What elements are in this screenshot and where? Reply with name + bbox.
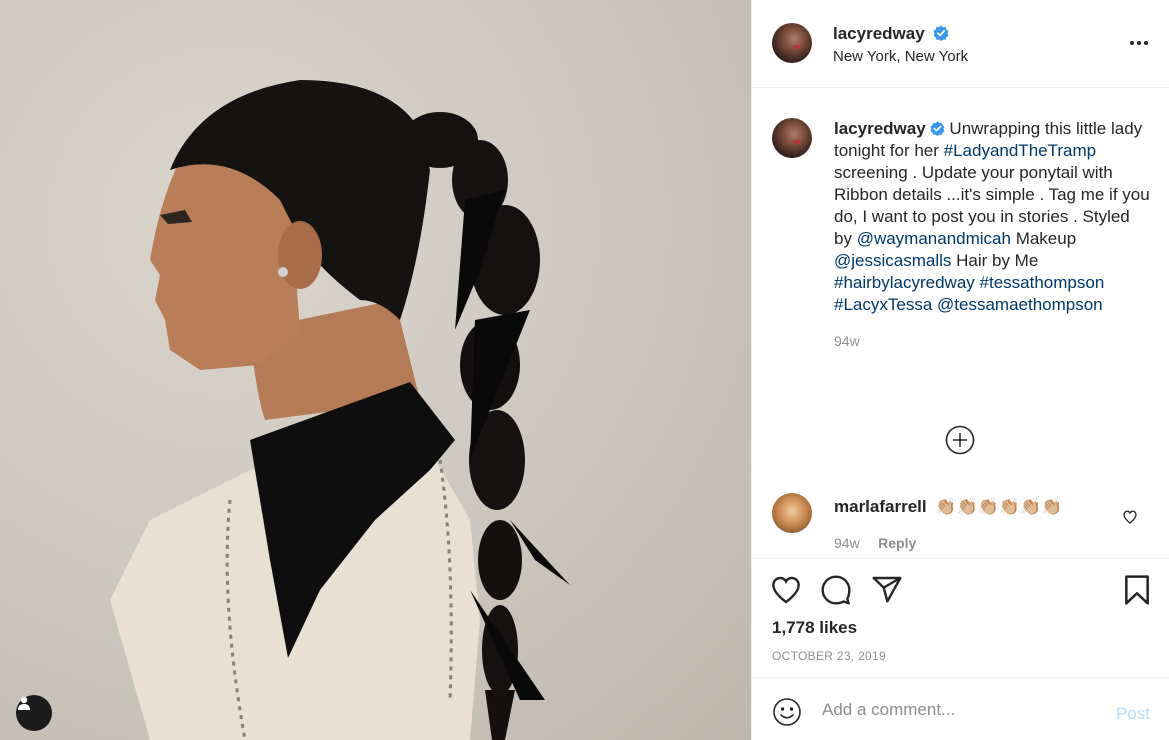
portrait-illustration: [110, 80, 570, 740]
tagged-users-button[interactable]: [16, 695, 52, 731]
post-date[interactable]: OCTOBER 23, 2019: [772, 649, 886, 663]
comment-timestamp[interactable]: 94w: [834, 535, 860, 551]
mention-jessicasmalls[interactable]: @jessicasmalls: [834, 251, 951, 270]
hashtag-ladyandthetramp[interactable]: #LadyandTheTramp: [944, 141, 1096, 160]
person-icon: [18, 696, 30, 710]
post-header: lacyredway New York, New York: [752, 0, 1169, 88]
comment-text: 👏🏼👏🏼👏🏼👏🏼👏🏼👏🏼: [935, 497, 1063, 516]
post-caption: lacyredway Unwrapping this little lady t…: [834, 118, 1150, 352]
hashtag-lacyxtessa[interactable]: #LacyxTessa: [834, 295, 932, 314]
add-comment-form: Post: [752, 677, 1169, 740]
likes-count[interactable]: 1,778 likes: [772, 618, 857, 638]
smiley-icon[interactable]: [772, 697, 802, 727]
post-side-panel: lacyredway New York, New York lacyredway…: [751, 0, 1169, 740]
commenter-username[interactable]: marlafarrell: [834, 497, 927, 516]
more-options-icon[interactable]: [1128, 32, 1150, 54]
hashtag-hairbylacyredway[interactable]: #hairbylacyredway: [834, 273, 975, 292]
action-bar: [752, 560, 1169, 616]
comment-icon[interactable]: [820, 574, 852, 606]
commenter-avatar[interactable]: [772, 493, 812, 533]
comments-list[interactable]: lacyredway Unwrapping this little lady t…: [752, 89, 1169, 559]
caption-avatar[interactable]: [772, 118, 812, 158]
post-comment-button[interactable]: Post: [1116, 704, 1150, 724]
reply-button[interactable]: Reply: [878, 535, 916, 551]
comment-item: marlafarrell 👏🏼👏🏼👏🏼👏🏼👏🏼👏🏼 94w Reply: [752, 493, 1169, 559]
plus-circle-icon[interactable]: [945, 425, 975, 455]
post-photo[interactable]: [0, 0, 751, 740]
caption-timestamp[interactable]: 94w: [834, 330, 1150, 352]
hashtag-tessathompson[interactable]: #tessathompson: [980, 273, 1105, 292]
caption-username[interactable]: lacyredway: [834, 119, 926, 138]
verified-badge-icon: [930, 121, 945, 136]
caption-text-4: Hair by Me: [951, 251, 1039, 270]
bookmark-icon[interactable]: [1122, 574, 1152, 606]
author-avatar[interactable]: [772, 23, 812, 63]
paper-plane-icon[interactable]: [871, 574, 903, 606]
author-username[interactable]: lacyredway: [833, 24, 925, 43]
heart-icon[interactable]: [1122, 509, 1138, 525]
caption-text-3: Makeup: [1010, 229, 1077, 248]
heart-icon[interactable]: [770, 574, 802, 606]
mention-tessamaethompson[interactable]: @tessamaethompson: [937, 295, 1103, 314]
verified-badge-icon: [933, 25, 949, 41]
post-location[interactable]: New York, New York: [833, 48, 968, 65]
comment-input[interactable]: [822, 696, 1092, 724]
mention-waymanandmicah[interactable]: @waymanandmicah: [857, 229, 1011, 248]
